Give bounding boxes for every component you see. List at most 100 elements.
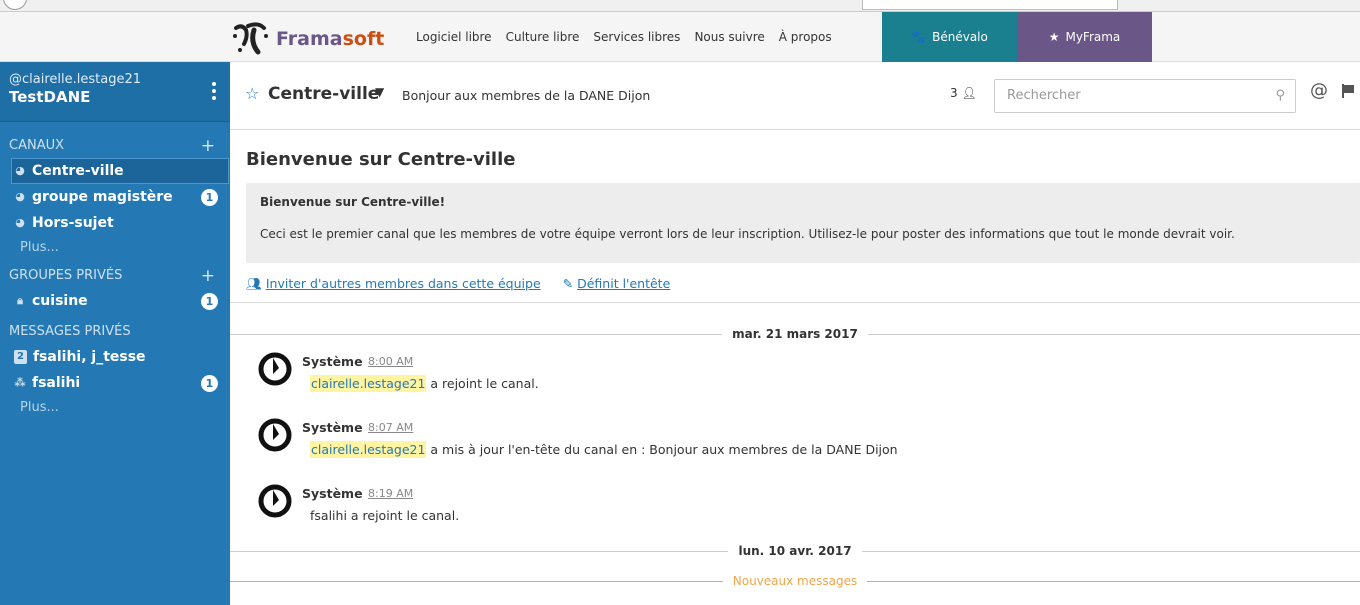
sidebar-item-label: Hors-sujet xyxy=(32,215,114,231)
globe-icon: ◕ xyxy=(15,216,25,229)
paw-icon: 🐾 xyxy=(911,30,927,44)
channel-intro-title: Bienvenue sur Centre-ville xyxy=(246,149,516,170)
private-groups-section-title: GROUPES PRIVÉS + xyxy=(9,264,215,288)
myframa-label: MyFrama xyxy=(1065,30,1121,44)
pencil-icon: ✎ xyxy=(562,276,574,291)
channel-header-text: Bonjour aux membres de la DANE Dijon xyxy=(402,88,651,103)
nav-culture-libre[interactable]: Culture libre xyxy=(506,30,580,44)
system-avatar-icon xyxy=(258,484,292,518)
sidebar-item-dm-fsalihi[interactable]: ⁂ fsalihi 1 xyxy=(0,370,230,396)
add-channel-icon[interactable]: + xyxy=(201,134,215,158)
new-messages-label: Nouveaux messages xyxy=(732,574,858,588)
channel-header: ☆ Centre-ville ▼ Bonjour aux membres de … xyxy=(230,62,1360,130)
add-private-group-icon[interactable]: + xyxy=(201,264,215,288)
nav-nous-suivre[interactable]: Nous suivre xyxy=(694,30,764,44)
post-message: fsalihi a rejoint le canal. xyxy=(310,508,459,523)
star-icon: ★ xyxy=(1048,30,1060,44)
user-status-icon: ⁂ xyxy=(14,376,26,389)
unread-badge: 1 xyxy=(201,375,218,392)
sidebar-item-label: groupe magistère xyxy=(32,189,173,205)
post-message-text: a rejoint le canal. xyxy=(426,376,539,391)
date-separator: mar. 21 mars 2017 xyxy=(230,326,1360,342)
add-user-icon: 👥︎ xyxy=(246,276,262,291)
date-separator-label: lun. 10 avr. 2017 xyxy=(738,544,852,558)
sidebar-item-dm-group[interactable]: 2 fsalihi, j_tesse xyxy=(0,344,230,370)
post-message: clairelle.lestage21 a rejoint le canal. xyxy=(310,375,539,392)
team-menu-icon[interactable] xyxy=(211,82,217,100)
nav-logiciel-libre[interactable]: Logiciel libre xyxy=(416,30,492,44)
set-header-label: Définit l'entête xyxy=(577,276,671,291)
sidebar-item-label: fsalihi xyxy=(32,375,81,391)
post-time[interactable]: 8:00 AM xyxy=(368,355,413,368)
globe-icon: ◕ xyxy=(15,164,25,177)
channel-title[interactable]: Centre-ville xyxy=(268,84,379,104)
team-name: TestDANE xyxy=(9,88,91,106)
channels-more-link[interactable]: Plus... xyxy=(0,236,230,260)
member-count[interactable]: 3 👤︎ xyxy=(950,86,977,100)
channel-intro-box: Bienvenue sur Centre-ville! Ceci est le … xyxy=(246,183,1360,263)
date-separator-label: mar. 21 mars 2017 xyxy=(732,327,858,341)
invite-members-link[interactable]: 👥︎ Inviter d'autres membres dans cette é… xyxy=(246,276,541,292)
post-username[interactable]: Système xyxy=(302,486,363,501)
member-count-value: 3 xyxy=(950,86,958,100)
benevalo-label: Bénévalo xyxy=(932,30,988,44)
post-message: clairelle.lestage21 a mis à jour l'en-tê… xyxy=(310,441,898,458)
post-message-text: a mis à jour l'en-tête du canal en : Bon… xyxy=(426,442,898,457)
browser-back-button[interactable] xyxy=(3,0,27,10)
sidebar-item-cuisine[interactable]: 🔒︎ cuisine 1 xyxy=(0,288,230,314)
post-time[interactable]: 8:07 AM xyxy=(368,421,413,434)
browser-search-field[interactable] xyxy=(862,0,1118,10)
nav-services-libres[interactable]: Services libres xyxy=(593,30,680,44)
nav-a-propos[interactable]: À propos xyxy=(779,30,832,44)
framasoft-logo-text: Framasoft xyxy=(276,28,385,50)
framasoft-navbar: Framasoft Logiciel libre Culture libre S… xyxy=(0,12,1360,62)
search-input[interactable]: Rechercher ⚲ xyxy=(994,79,1296,113)
mentions-icon[interactable]: @ xyxy=(1310,80,1328,101)
flag-icon[interactable] xyxy=(1342,84,1356,98)
post[interactable]: Système 8:19 AM fsalihi a rejoint le can… xyxy=(258,484,1348,536)
channel-intro-box-body: Ceci est le premier canal que les membre… xyxy=(260,227,1235,241)
team-header[interactable]: @clairelle.lestage21 TestDANE xyxy=(0,62,230,122)
post[interactable]: Système 8:00 AM clairelle.lestage21 a re… xyxy=(258,352,1348,404)
user-mention[interactable]: clairelle.lestage21 xyxy=(310,375,427,392)
set-header-link[interactable]: ✎ Définit l'entête xyxy=(563,276,671,292)
unread-badge: 1 xyxy=(201,293,218,310)
user-icon: 👤︎ xyxy=(961,86,977,100)
group-dm-count: 2 xyxy=(14,350,27,364)
myframa-button[interactable]: ★ MyFrama xyxy=(1017,12,1152,62)
system-avatar-icon xyxy=(258,352,292,386)
browser-toolbar xyxy=(0,0,1360,12)
user-mention[interactable]: clairelle.lestage21 xyxy=(310,441,427,458)
favorite-star-icon[interactable]: ☆ xyxy=(245,84,259,103)
sidebar-item-groupe-magistere[interactable]: ◕ groupe magistère 1 xyxy=(0,184,230,210)
lock-icon: 🔒︎ xyxy=(17,294,23,307)
globe-icon: ◕ xyxy=(15,190,25,203)
date-separator: lun. 10 avr. 2017 xyxy=(230,543,1360,559)
unread-badge: 1 xyxy=(201,189,218,206)
post-message-text: fsalihi a rejoint le canal. xyxy=(310,508,460,523)
post[interactable]: Système 8:07 AM clairelle.lestage21 a mi… xyxy=(258,418,1348,470)
chevron-down-icon[interactable]: ▼ xyxy=(375,85,384,99)
sidebar-item-centre-ville[interactable]: ◕ Centre-ville xyxy=(11,158,229,184)
framasoft-logo-icon xyxy=(233,22,268,55)
post-username[interactable]: Système xyxy=(302,420,363,435)
invite-members-label: Inviter d'autres membres dans cette équi… xyxy=(265,276,541,291)
sidebar-item-label: cuisine xyxy=(32,293,88,309)
post-username[interactable]: Système xyxy=(302,354,363,369)
post-time[interactable]: 8:19 AM xyxy=(368,487,413,500)
message-pane: Bienvenue sur Centre-ville Bienvenue sur… xyxy=(230,130,1360,605)
framasoft-nav-links: Logiciel libre Culture libre Services li… xyxy=(416,30,846,44)
channels-section-title: CANAUX + xyxy=(9,134,215,158)
framasoft-logo[interactable]: Framasoft xyxy=(232,22,385,55)
sidebar-item-hors-sujet[interactable]: ◕ Hors-sujet xyxy=(0,210,230,236)
direct-messages-section-title: MESSAGES PRIVÉS xyxy=(9,324,131,339)
current-username: @clairelle.lestage21 xyxy=(9,72,141,87)
sidebar-item-label: Centre-ville xyxy=(32,163,124,179)
search-placeholder: Rechercher xyxy=(1007,88,1081,103)
dm-more-link[interactable]: Plus... xyxy=(0,396,230,420)
channel-intro-actions: 👥︎ Inviter d'autres membres dans cette é… xyxy=(246,276,670,292)
new-messages-separator: Nouveaux messages xyxy=(230,573,1360,589)
benevalo-button[interactable]: 🐾 Bénévalo xyxy=(882,12,1017,62)
channel-intro-box-title: Bienvenue sur Centre-ville! xyxy=(260,195,446,209)
sidebar-item-label: fsalihi, j_tesse xyxy=(32,349,146,365)
